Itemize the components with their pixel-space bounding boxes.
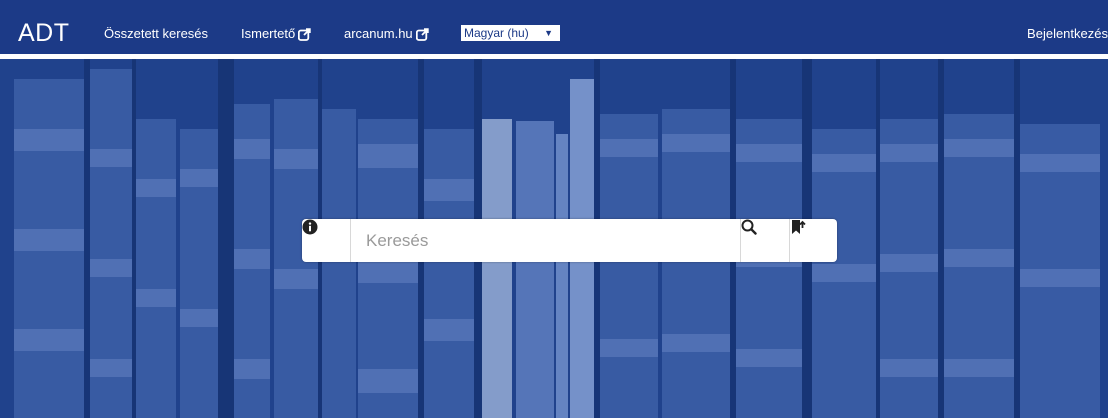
- nav-about-label: Ismertető: [241, 26, 296, 41]
- language-selected: Magyar (hu): [464, 26, 529, 40]
- top-navigation-bar: ADT Összetett keresés Ismertető arcanum.…: [0, 0, 1108, 59]
- search-input[interactable]: [352, 219, 740, 262]
- adt-logo[interactable]: ADT: [18, 21, 70, 46]
- external-link-icon: [298, 28, 311, 45]
- nav-about[interactable]: Ismertető: [241, 26, 311, 45]
- nav-arcanum-label: arcanum.hu: [344, 26, 413, 41]
- external-link-icon: [415, 28, 429, 45]
- nav-advanced-search[interactable]: Összetett keresés: [104, 26, 208, 42]
- login-link[interactable]: Bejelentkezés: [1027, 26, 1108, 42]
- language-select[interactable]: Magyar (hu) ▼: [461, 25, 560, 41]
- hero-bookshelf-banner: [0, 59, 1108, 418]
- chevron-down-icon: ▼: [544, 28, 553, 38]
- search-info-button[interactable]: [302, 219, 351, 262]
- save-search-button[interactable]: [789, 219, 837, 262]
- search-box: [302, 219, 837, 262]
- nav-arcanum[interactable]: arcanum.hu: [344, 26, 429, 45]
- search-button[interactable]: [740, 219, 789, 262]
